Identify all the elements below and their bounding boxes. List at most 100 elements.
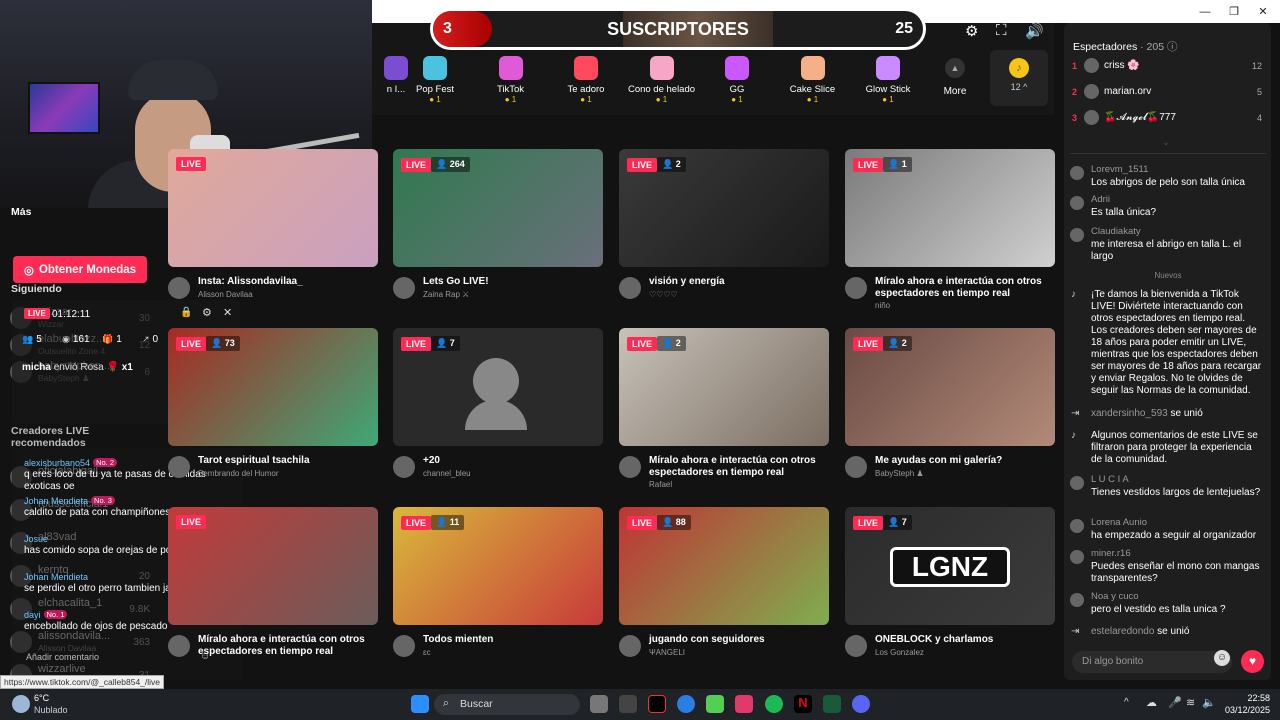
discord-icon[interactable] [852,695,870,713]
like-heart-button[interactable]: ♥ [1241,650,1264,673]
live-card[interactable]: LIVE 👤 7 +20 channel_bleu [393,328,603,498]
chevron-down-icon[interactable]: ⌄ [1162,137,1170,148]
chat-username[interactable]: L U C I A [1091,474,1129,485]
live-card[interactable]: LIVE 👤 2 Me ayudas con mi galería? BabyStep… [845,328,1055,498]
coin-balance-button[interactable]: ♪ 12 ^ [990,50,1048,106]
chat-username[interactable]: Claudiakaty [1091,226,1141,237]
gift-item[interactable]: GG ● 1 [701,56,773,108]
live-title[interactable]: Todos mienten [423,634,601,646]
live-card[interactable]: LIVE Insta: Alissondavilaa_ Alisson Davila… [168,149,378,319]
gift-item[interactable]: Cono de helado ● 1 [626,56,698,108]
mic-icon[interactable]: 🎤 [1168,696,1182,709]
overlay-chat-username: dayi [24,610,41,620]
live-thumbnail[interactable]: LIVE [168,507,378,625]
edge-icon[interactable] [677,695,695,713]
spotify-icon[interactable] [765,695,783,713]
live-card[interactable]: LIVE 👤 1 Míralo ahora e interactúa con otr… [845,149,1055,319]
live-card[interactable]: LIVE 👤 88 jugando con seguidores ΨANGELI [619,507,829,677]
gift-item[interactable]: Te adoro ● 1 [550,56,622,108]
more-gifts-button[interactable]: ▲ More [940,58,970,97]
chat-input[interactable]: Di algo bonito [1072,651,1232,673]
tiktok-studio-icon[interactable] [735,695,753,713]
start-icon[interactable] [411,695,429,713]
live-card[interactable]: LIVE 👤 73 Tarot espiritual tsachila Sembran… [168,328,378,498]
creator-avatar[interactable] [393,277,415,299]
live-title[interactable]: jugando con seguidores [649,634,827,646]
live-card[interactable]: LGNZ LIVE 👤 7 ONEBLOCK y charlamos Los Gonza… [845,507,1055,677]
chat-username[interactable]: Lorena Aunio [1091,517,1147,528]
live-thumbnail[interactable]: LIVE 👤 264 [393,149,603,267]
overlay-comment-input[interactable]: Añadir comentario [26,652,99,662]
emoji-icon[interactable]: ☺ [1214,650,1230,666]
live-thumbnail[interactable]: LIVE 👤 7 [393,328,603,446]
creator-avatar[interactable] [619,277,641,299]
gift-item[interactable]: Pop Fest ● 1 [399,56,471,108]
app-icon[interactable] [619,695,637,713]
chat-username[interactable]: Lorevm_1511 [1091,164,1148,175]
volume-icon[interactable]: 🔊 [1025,22,1044,40]
join-username[interactable]: xandersinho_593 [1091,408,1168,419]
tray-chevron-icon[interactable]: ^ [1124,697,1129,708]
live-thumbnail[interactable]: LGNZ LIVE 👤 7 [845,507,1055,625]
close-button[interactable]: ✕ [1246,0,1280,23]
live-card[interactable]: LIVE 👤 2 Míralo ahora e interactúa con otr… [619,328,829,498]
live-title[interactable]: Tarot espiritual tsachila [198,455,376,467]
live-title[interactable]: Lets Go LIVE! [423,276,601,288]
live-title[interactable]: Míralo ahora e interactúa con otros espe… [198,634,376,658]
chat-username[interactable]: Noa y cuco [1091,591,1139,602]
speaker-icon[interactable]: 🔈 [1202,696,1216,709]
live-title[interactable]: Míralo ahora e interactúa con otros espe… [875,276,1053,300]
top-viewer-row[interactable]: 3 🍒𝓐𝓷𝓰𝓮𝓵🍒777 4 [1072,108,1262,130]
creator-avatar[interactable] [168,635,190,657]
creator-avatar[interactable] [168,456,190,478]
creator-avatar[interactable] [845,456,867,478]
taskbar-search[interactable]: ⌕ Buscar [434,694,580,715]
gift-item[interactable]: TikTok ● 1 [475,56,547,108]
creator-avatar[interactable] [168,277,190,299]
creator-avatar[interactable] [619,635,641,657]
netflix-icon[interactable]: N [794,695,812,713]
chat-username[interactable]: miner.r16 [1091,548,1131,559]
task-view-icon[interactable] [590,695,608,713]
creator-avatar[interactable] [845,277,867,299]
wifi-icon[interactable]: ≋ [1186,696,1195,709]
info-icon[interactable]: ⓘ [1167,41,1178,53]
live-thumbnail[interactable]: LIVE 👤 2 [619,149,829,267]
top-viewer-row[interactable]: 2 marian.orv 5 [1072,82,1262,104]
live-card[interactable]: LIVE 👤 264 Lets Go LIVE! Zaina Rap ⚔ [393,149,603,319]
get-coins-button[interactable]: ◎ Obtener Monedas [13,256,147,283]
viewer-rank: 3 [1072,113,1078,123]
live-thumbnail[interactable]: LIVE 👤 1 [845,149,1055,267]
fullscreen-icon[interactable]: ⛶ [996,22,1007,39]
join-username[interactable]: estelaredondo [1091,626,1154,637]
settings-icon[interactable]: ⚙ [965,22,978,40]
terminal-icon[interactable] [823,695,841,713]
creator-avatar[interactable] [393,456,415,478]
live-thumbnail[interactable]: LIVE [168,149,378,267]
live-thumbnail[interactable]: LIVE 👤 73 [168,328,378,446]
live-title[interactable]: Insta: Alissondavilaa_ [198,276,376,288]
kick-icon[interactable] [706,695,724,713]
top-viewer-row[interactable]: 1 criss 🌸 12 [1072,56,1262,78]
live-title[interactable]: Me ayudas con mi galería? [875,455,1053,467]
creator-avatar[interactable] [619,456,641,478]
chat-username[interactable]: Adrii [1091,194,1110,205]
live-title[interactable]: +20 [423,455,601,467]
creator-avatar[interactable] [393,635,415,657]
live-title[interactable]: Míralo ahora e interactúa con otros espe… [649,455,827,479]
live-card[interactable]: LIVE 👤 2 visión y energía ♡♡♡♡ [619,149,829,319]
live-thumbnail[interactable]: LIVE 👤 2 [845,328,1055,446]
gift-item[interactable]: Cake Slice ● 1 [777,56,849,108]
gift-item[interactable]: Glow Stick ● 1 [852,56,924,108]
live-title[interactable]: visión y energía [649,276,827,288]
live-thumbnail[interactable]: LIVE 👤 88 [619,507,829,625]
live-thumbnail[interactable]: LIVE 👤 2 [619,328,829,446]
chat-text: Los abrigos de pelo son talla única [1091,177,1245,188]
live-card[interactable]: LIVE 👤 11 Todos mienten ɛc [393,507,603,677]
cloud-icon[interactable]: ☁ [1146,696,1157,709]
live-card[interactable]: LIVE Míralo ahora e interactúa con otros … [168,507,378,677]
tiktok-icon[interactable] [648,695,666,713]
creator-avatar[interactable] [845,635,867,657]
live-title[interactable]: ONEBLOCK y charlamos [875,634,1053,646]
live-thumbnail[interactable]: LIVE 👤 11 [393,507,603,625]
